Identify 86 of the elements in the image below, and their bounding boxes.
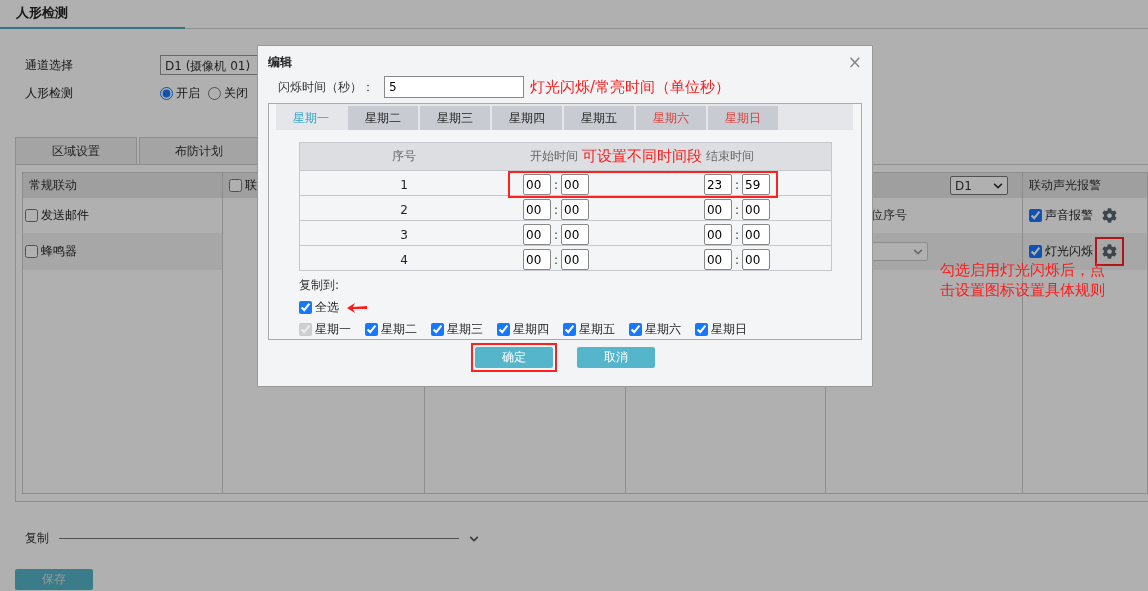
- time-separator: :: [554, 177, 559, 192]
- flash-time-field[interactable]: 5: [384, 76, 524, 98]
- time-field[interactable]: 59: [742, 174, 770, 195]
- checkbox[interactable]: [629, 323, 642, 336]
- radio-button[interactable]: [208, 86, 221, 100]
- day-tab[interactable]: 星期二: [348, 106, 418, 130]
- option-label: 关闭: [224, 84, 248, 102]
- checkbox[interactable]: [229, 179, 242, 192]
- time-field[interactable]: 00: [742, 249, 770, 270]
- time-separator: :: [554, 252, 559, 267]
- day-tab[interactable]: 星期三: [420, 106, 490, 130]
- day-tab[interactable]: 星期四: [492, 106, 562, 130]
- row-index: 1: [399, 177, 409, 192]
- option-label: 开启: [176, 84, 200, 102]
- time-separator: :: [554, 202, 559, 217]
- option-label: 发送邮件: [41, 207, 89, 224]
- settings-icon[interactable]: [1102, 244, 1117, 259]
- time-separator: :: [734, 177, 739, 192]
- option-label: 星期日: [711, 321, 747, 338]
- field-label: 人形检测: [25, 84, 74, 102]
- time-field[interactable]: 00: [523, 249, 551, 270]
- time-field[interactable]: 00: [561, 174, 590, 195]
- option-label: 星期二: [381, 321, 417, 338]
- checkbox[interactable]: [431, 323, 444, 336]
- option-label: 星期六: [645, 321, 681, 338]
- annotation-note: 可设置不同时间段: [582, 147, 702, 166]
- field-label: 闪烁时间（秒）：: [278, 78, 374, 96]
- time-field[interactable]: 00: [703, 249, 732, 270]
- radio-button[interactable]: [160, 86, 173, 100]
- time-field[interactable]: 23: [703, 174, 732, 195]
- option-label: 联: [245, 177, 257, 194]
- day-tab[interactable]: 星期五: [564, 106, 634, 130]
- section-label: 复制到:: [299, 277, 341, 294]
- time-field[interactable]: 00: [561, 224, 590, 245]
- column-header: 常规联动: [29, 177, 77, 194]
- section-label: 复制: [25, 530, 49, 547]
- option-label: 声音报警: [1045, 207, 1093, 224]
- time-separator: :: [734, 202, 739, 217]
- chevron-icon[interactable]: [469, 533, 479, 544]
- option-label: 全选: [315, 299, 339, 316]
- chevron-icon: [993, 180, 1003, 191]
- time-field[interactable]: 00: [523, 224, 551, 245]
- option-label: 星期五: [579, 321, 615, 338]
- checkbox[interactable]: [299, 301, 312, 314]
- checkbox[interactable]: [1029, 209, 1042, 222]
- time-field[interactable]: 00: [561, 199, 590, 220]
- option-label: 灯光闪烁: [1045, 243, 1093, 260]
- option-label: 星期三: [447, 321, 483, 338]
- column-header: 序号: [391, 148, 417, 165]
- time-field[interactable]: 00: [742, 199, 770, 220]
- annotation-note: 勾选启用灯光闪烁后，点击设置图标设置具体规则: [940, 260, 1106, 300]
- checkbox[interactable]: [25, 245, 38, 258]
- time-field[interactable]: 00: [523, 174, 551, 195]
- dialog-title: 编辑: [268, 53, 292, 71]
- time-field[interactable]: 00: [703, 224, 732, 245]
- time-field[interactable]: 00: [703, 199, 732, 220]
- row-index: 3: [399, 227, 409, 242]
- time-separator: :: [734, 227, 739, 242]
- column-header: 开始时间: [530, 148, 578, 165]
- row-index: 4: [399, 252, 409, 267]
- time-field[interactable]: 00: [742, 224, 770, 245]
- checkbox[interactable]: [1029, 245, 1042, 258]
- column-header: 结束时间: [706, 148, 754, 165]
- settings-icon[interactable]: [1102, 208, 1117, 223]
- annotation-note: 灯光闪烁/常亮时间（单位秒）: [530, 77, 731, 97]
- option-label: 蜂鸣器: [41, 243, 77, 260]
- time-field[interactable]: 00: [561, 249, 590, 270]
- page-title[interactable]: 人形检测: [0, 0, 185, 29]
- row-index: 2: [399, 202, 409, 217]
- checkbox[interactable]: [25, 209, 38, 222]
- option-label: 星期四: [513, 321, 549, 338]
- time-separator: :: [554, 227, 559, 242]
- field-label: 通道选择: [25, 56, 74, 74]
- checkbox[interactable]: [695, 323, 708, 336]
- time-separator: :: [734, 252, 739, 267]
- column-header: 联动声光报警: [1029, 177, 1101, 194]
- tab[interactable]: 布防计划: [139, 137, 259, 164]
- chevron-icon: [913, 246, 923, 257]
- checkbox[interactable]: [365, 323, 378, 336]
- time-field[interactable]: 00: [523, 199, 551, 220]
- checkbox[interactable]: [497, 323, 510, 336]
- checkbox[interactable]: [563, 323, 576, 336]
- tab[interactable]: 区域设置: [15, 137, 137, 164]
- channel-select[interactable]: D1: [950, 176, 1008, 195]
- annotation-arrow: [347, 302, 367, 313]
- option-label: 星期一: [315, 321, 351, 338]
